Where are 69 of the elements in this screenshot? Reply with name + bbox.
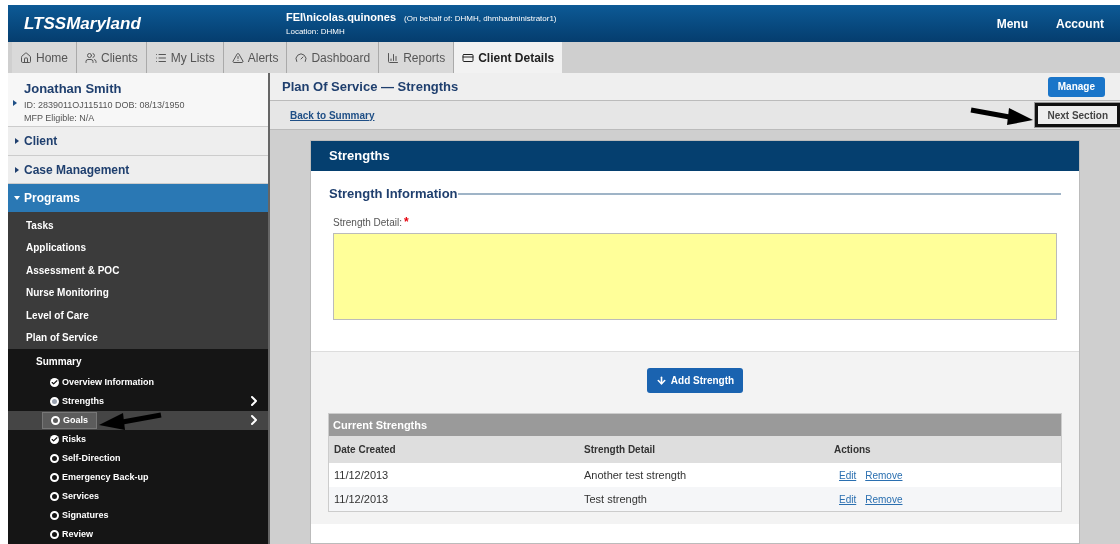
sidebar-item[interactable]: Plan of Service [8,326,268,349]
sidebar-item[interactable]: Assessment & POC [8,259,268,282]
column-header: Strength Detail [583,443,657,457]
caret-right-icon [14,138,20,145]
back-link[interactable]: Back to Summary [290,107,375,123]
sidebar-item[interactable]: Level of Care [8,304,268,327]
sidebar-item[interactable]: Applications [8,236,268,259]
mfp-text: MFP Eligible: N/A [24,112,96,125]
table-cell-text: 11/12/2013 [333,491,390,507]
action-link[interactable]: Edit [839,467,857,483]
logo: LTSSMaryland [24,12,142,35]
panel-title: Strengths [329,147,390,166]
header-link[interactable]: Account [1056,14,1104,33]
nav-tab[interactable]: Home [12,42,77,73]
add-strength-button[interactable]: Add Strength [646,368,744,393]
table-cell-text: 11/12/2013 [333,467,390,483]
nav-tab[interactable]: Reports [379,42,455,73]
column-header: Date Created [333,443,397,457]
warning-icon [231,51,244,64]
step-link[interactable]: Strengths [42,394,112,409]
manage-button[interactable]: Manage [1047,76,1105,97]
expand-icon [12,100,18,106]
caret-right-icon [14,166,20,173]
table-title: Current Strengths [333,417,428,433]
caret-down-icon [14,195,20,202]
nav-tab[interactable]: Clients [77,42,147,73]
nav-tab[interactable]: Client Details [454,42,563,73]
strength-detail-field[interactable] [333,232,1057,320]
sidebar-item[interactable]: Nurse Monitoring [8,281,268,304]
location-text: Location: DHMH [286,25,346,38]
client-id: ID: 2839011OJ115110 DOB: 08/13/1950 [24,98,185,112]
table-cell-text: Test strength [583,491,648,507]
step-link[interactable]: Overview Information [42,375,163,390]
gauge-icon [295,51,308,64]
action-link[interactable]: Remove [865,467,903,483]
step-link[interactable]: Review [42,527,102,542]
required-mark: * [403,213,409,231]
action-link[interactable]: Remove [865,491,903,507]
nav-tab[interactable]: Alerts [223,42,288,73]
user-name: FEI\nicolas.quinones [286,10,397,26]
client-name: Jonathan Smith [24,80,123,98]
nav-tab[interactable]: Dashboard [287,42,380,73]
sidebar-section[interactable]: Case Management [8,155,268,185]
step-link[interactable]: Goals [42,412,97,429]
page-title: Plan Of Service — Strengths [282,77,459,96]
column-header: Actions [833,443,872,457]
card-icon [462,51,475,64]
sidebar-section[interactable]: Programs [8,184,268,212]
table-cell-text: Another test strength [583,467,688,483]
step-link[interactable]: Signatures [42,508,117,523]
step-link[interactable]: Services [42,489,108,504]
sidebar-section[interactable]: Client [8,127,268,156]
users-icon [85,51,97,64]
sidebar-item[interactable]: Summary [8,351,268,373]
sidebar-item[interactable]: Tasks [8,214,268,237]
step-link[interactable]: Risks [42,432,95,447]
field-label: Strength Detail: [333,215,402,230]
section-heading: Strength Information [329,185,458,203]
next-section-button[interactable]: Next Section [1035,103,1120,127]
action-link[interactable]: Edit [839,491,857,507]
nav-tab[interactable]: My Lists [146,42,224,73]
list-icon [154,51,167,64]
on-behalf-text: (On behalf of: DHMH, dhmhadministrator1) [404,13,557,26]
arrow-down-icon [655,375,667,386]
step-link[interactable]: Self-Direction [42,451,129,466]
header-link[interactable]: Menu [996,14,1028,33]
step-link[interactable]: Emergency Back-up [42,470,157,485]
home-icon [20,51,32,64]
chart-icon [387,51,400,64]
